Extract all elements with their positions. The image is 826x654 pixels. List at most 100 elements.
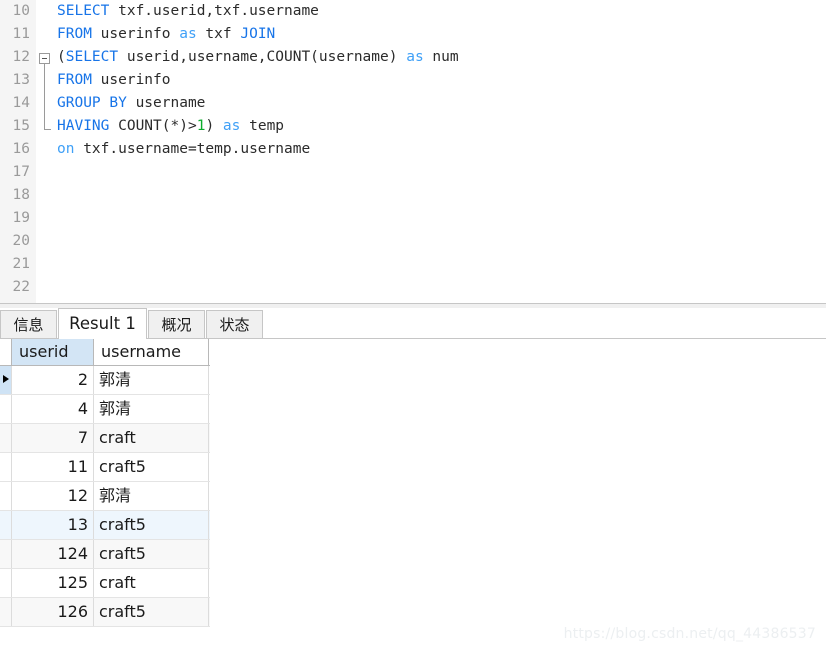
code-token: GROUP BY [57, 95, 127, 111]
code-token: JOIN [240, 26, 276, 42]
table-row[interactable]: 13 craft5 [0, 511, 210, 540]
line-number: 15 [12, 118, 30, 134]
fold-range-line [44, 64, 45, 129]
fold-collapse-icon[interactable] [39, 53, 50, 64]
code-token: SELECT [65, 49, 119, 65]
grid-corner-cell[interactable] [0, 339, 12, 365]
table-row[interactable]: 125 craft [0, 569, 210, 598]
grid-header-row: userid username [0, 339, 210, 366]
code-line[interactable]: 10 SELECT txf.userid,txf.username [0, 0, 826, 23]
cell-username[interactable]: craft [94, 569, 209, 597]
code-token: on [57, 141, 75, 157]
code-token: FROM [57, 72, 92, 88]
code-token: ) [205, 118, 223, 134]
code-token: COUNT(*)> [109, 118, 197, 134]
line-number: 18 [12, 187, 30, 203]
result-tabstrip[interactable]: 信息 Result 1 概况 状态 [0, 308, 826, 339]
code-line[interactable]: 16 on txf.username=temp.username [0, 138, 826, 161]
fold-range-end [44, 129, 51, 130]
cell-username[interactable]: craft5 [94, 453, 209, 481]
table-row[interactable]: 12 郭清 [0, 482, 210, 511]
code-line-text: GROUP BY username [57, 92, 205, 115]
tab-item-0[interactable]: 信息 [0, 310, 57, 338]
cell-userid[interactable]: 13 [12, 511, 94, 539]
table-row[interactable]: 7 craft [0, 424, 210, 453]
code-line[interactable]: 19 [0, 207, 826, 230]
table-row[interactable]: 2 郭清 [0, 366, 210, 395]
code-token: txf.userid,txf.username [109, 3, 319, 19]
code-token: userinfo [91, 72, 171, 88]
code-token: txf [196, 26, 241, 42]
cell-username[interactable]: craft [94, 424, 209, 452]
column-header-userid[interactable]: userid [12, 339, 94, 365]
code-token: as [222, 118, 241, 134]
code-line[interactable]: 22 [0, 276, 826, 299]
line-number: 10 [12, 3, 30, 19]
row-header-cell[interactable] [0, 453, 12, 481]
code-token: txf.username=temp.username [74, 141, 311, 157]
current-row-indicator[interactable] [0, 366, 12, 394]
code-token: as [406, 49, 424, 65]
row-header-cell[interactable] [0, 395, 12, 423]
cell-username[interactable]: craft5 [94, 511, 209, 539]
code-line[interactable]: 11 FROM userinfo as txf JOIN [0, 23, 826, 46]
code-line[interactable]: 13 FROM userinfo [0, 69, 826, 92]
line-number: 13 [12, 72, 30, 88]
cell-username[interactable]: 郭清 [94, 395, 209, 423]
cell-username[interactable]: craft5 [94, 598, 209, 626]
cell-username[interactable]: 郭清 [94, 366, 209, 394]
cell-userid[interactable]: 11 [12, 453, 94, 481]
code-line-text: FROM userinfo [57, 69, 171, 92]
line-number: 14 [12, 95, 30, 111]
tab-item-2[interactable]: 概况 [148, 310, 205, 338]
code-token: FROM [57, 26, 92, 42]
code-line-text: SELECT txf.userid,txf.username [57, 0, 319, 23]
table-row[interactable]: 124 craft5 [0, 540, 210, 569]
code-line[interactable]: 18 [0, 184, 826, 207]
line-number: 12 [12, 49, 30, 65]
cell-userid[interactable]: 125 [12, 569, 94, 597]
code-line-text: (SELECT userid,username,COUNT(username) … [57, 46, 459, 69]
tab-result-1[interactable]: Result 1 [58, 308, 147, 339]
row-header-cell[interactable] [0, 482, 12, 510]
cell-userid[interactable]: 12 [12, 482, 94, 510]
code-line-text: FROM userinfo as txf JOIN [57, 23, 275, 46]
row-header-cell[interactable] [0, 598, 12, 626]
result-grid[interactable]: userid username 2 郭清 4 郭清 7 craft 11 craft5 12 郭清 13… [0, 339, 210, 627]
code-line[interactable]: 12 (SELECT userid,username,COUNT(username… [0, 46, 826, 69]
row-header-cell[interactable] [0, 511, 12, 539]
line-number: 21 [12, 256, 30, 272]
tab-item-3[interactable]: 状态 [206, 310, 263, 338]
code-token: SELECT [57, 3, 110, 19]
sql-editor-pane[interactable]: 10 SELECT txf.userid,txf.username 11 FROM u… [0, 0, 826, 303]
code-line[interactable]: 17 [0, 161, 826, 184]
table-row[interactable]: 4 郭清 [0, 395, 210, 424]
row-header-cell[interactable] [0, 424, 12, 452]
code-token: ( [57, 49, 66, 65]
cell-userid[interactable]: 7 [12, 424, 94, 452]
line-number: 11 [12, 26, 30, 42]
cell-userid[interactable]: 2 [12, 366, 94, 394]
column-header-username[interactable]: username [94, 339, 209, 365]
line-number: 19 [12, 210, 30, 226]
cell-userid[interactable]: 124 [12, 540, 94, 568]
cell-userid[interactable]: 4 [12, 395, 94, 423]
code-line[interactable]: 20 [0, 230, 826, 253]
code-token: as [179, 26, 197, 42]
cell-username[interactable]: 郭清 [94, 482, 209, 510]
code-line[interactable]: 14 GROUP BY username [0, 92, 826, 115]
row-header-cell[interactable] [0, 569, 12, 597]
table-row[interactable]: 126 craft5 [0, 598, 210, 627]
line-number: 17 [12, 164, 30, 180]
cell-username[interactable]: craft5 [94, 540, 209, 568]
code-line[interactable]: 15 HAVING COUNT(*)>1) as temp [0, 115, 826, 138]
line-number: 22 [12, 279, 30, 295]
row-header-cell[interactable] [0, 540, 12, 568]
cell-userid[interactable]: 126 [12, 598, 94, 626]
watermark-text: https://blog.csdn.net/qq_44386537 [563, 626, 816, 642]
table-row[interactable]: 11 craft5 [0, 453, 210, 482]
code-lines-container[interactable]: 10 SELECT txf.userid,txf.username 11 FROM u… [0, 0, 826, 299]
line-number: 20 [12, 233, 30, 249]
code-line[interactable]: 21 [0, 253, 826, 276]
code-token: username [126, 95, 206, 111]
